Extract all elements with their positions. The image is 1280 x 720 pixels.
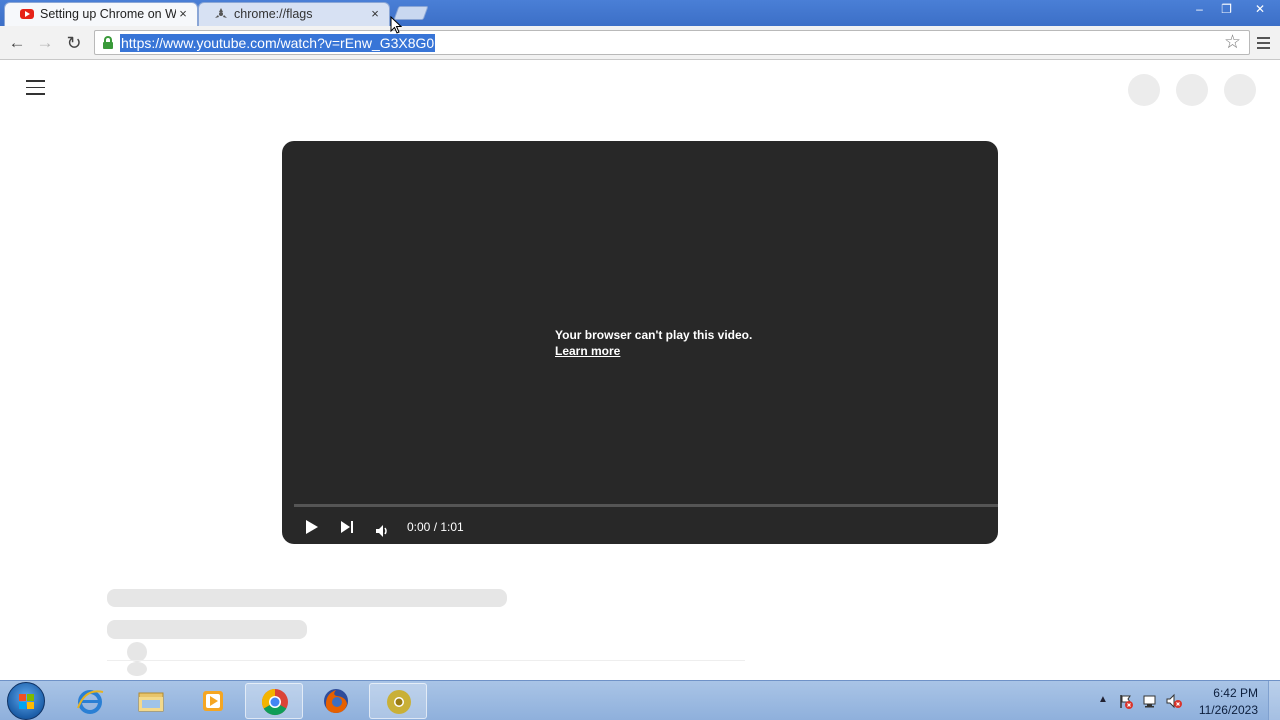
taskbar-chrome[interactable] [245, 683, 303, 719]
start-button[interactable] [7, 682, 45, 720]
windows-logo-icon [19, 694, 35, 710]
taskbar-chrome-canary[interactable] [369, 683, 427, 719]
progress-bar[interactable] [294, 504, 998, 507]
lock-icon[interactable] [103, 36, 113, 49]
taskbar-firefox[interactable] [307, 683, 365, 719]
maximize-button[interactable]: ❐ [1213, 0, 1240, 18]
address-bar[interactable]: https://www.youtube.com/watch?v=rEnw_G3X… [94, 30, 1250, 55]
taskbar-internet-explorer[interactable] [61, 683, 119, 719]
taskbar-media-player[interactable] [184, 683, 242, 719]
divider [107, 660, 745, 661]
star-icon[interactable]: ☆ [1224, 32, 1241, 54]
subtitle-skeleton [107, 620, 307, 639]
browser-toolbar: ← → ↻ https://www.youtube.com/watch?v=rE… [0, 26, 1280, 60]
forward-button[interactable]: → [34, 32, 56, 54]
volume-muted-icon[interactable] [1166, 693, 1182, 709]
clock-date[interactable]: 11/26/2023 [1199, 703, 1258, 717]
reload-button[interactable]: ↻ [63, 32, 85, 54]
show-hidden-icons-button[interactable]: ▲ [1098, 694, 1108, 705]
chrome-menu-button[interactable] [1254, 34, 1272, 52]
action-center-flag-icon[interactable] [1118, 693, 1134, 709]
tab-title: Setting up Chrome on Wi [40, 7, 176, 21]
chrome-canary-icon [387, 690, 411, 714]
placeholder-circle [1224, 74, 1256, 106]
avatar-skeleton [127, 642, 147, 662]
show-desktop-button[interactable] [1268, 681, 1280, 720]
close-icon[interactable]: × [368, 7, 382, 21]
volume-icon[interactable] [375, 524, 391, 538]
video-player[interactable]: Your browser can't play this video. Lear… [282, 141, 998, 544]
taskbar-windows-explorer[interactable] [122, 683, 180, 719]
hamburger-menu-icon[interactable] [26, 80, 46, 96]
close-icon[interactable]: × [176, 7, 190, 21]
mouse-cursor-icon [390, 16, 402, 34]
placeholder-circle [1128, 74, 1160, 106]
firefox-icon [324, 689, 348, 713]
url-text[interactable]: https://www.youtube.com/watch?v=rEnw_G3X… [120, 34, 436, 52]
media-player-icon [203, 691, 223, 711]
tab-flags[interactable]: chrome://flags × [198, 2, 390, 26]
close-window-button[interactable]: ✕ [1240, 0, 1280, 18]
minimize-button[interactable]: – [1186, 0, 1213, 18]
taskbar: ▲ 6:42 PM 11/26/2023 [0, 680, 1280, 720]
tab-youtube[interactable]: Setting up Chrome on Wi × [4, 2, 198, 26]
window-controls: – ❐ ✕ [1186, 0, 1280, 18]
time-display: 0:00 / 1:01 [407, 520, 464, 534]
chrome-icon [261, 688, 288, 716]
next-icon[interactable] [340, 519, 356, 535]
network-icon[interactable] [1142, 693, 1158, 709]
avatar-skeleton [127, 662, 147, 676]
play-icon[interactable] [305, 519, 319, 535]
error-message: Your browser can't play this video. [555, 328, 753, 342]
player-error: Your browser can't play this video. Lear… [555, 327, 752, 359]
clock-time[interactable]: 6:42 PM [1213, 686, 1258, 700]
system-tray: ▲ 6:42 PM 11/26/2023 [1090, 681, 1280, 720]
tab-title: chrome://flags [234, 7, 313, 21]
tab-strip: Setting up Chrome on Wi × chrome://flags… [0, 0, 1280, 26]
placeholder-circle [1176, 74, 1208, 106]
back-button[interactable]: ← [6, 32, 28, 54]
title-skeleton [107, 589, 507, 607]
youtube-icon [20, 9, 34, 19]
flask-icon [215, 8, 227, 18]
folder-icon [138, 692, 164, 712]
learn-more-link[interactable]: Learn more [555, 343, 620, 359]
internet-explorer-icon [77, 690, 104, 714]
